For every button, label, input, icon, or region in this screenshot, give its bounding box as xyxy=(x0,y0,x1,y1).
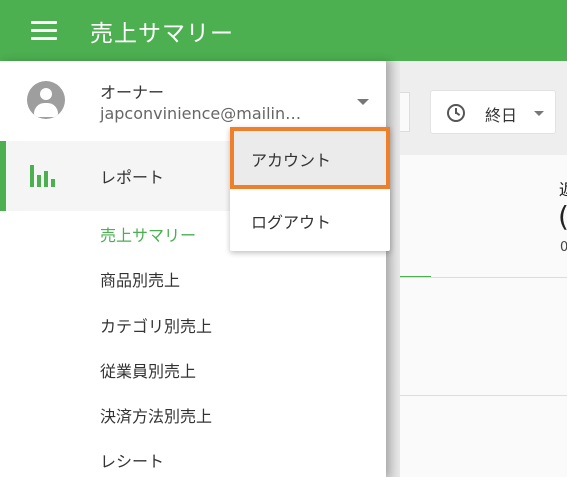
sidebar-subitem-sales-by-item[interactable]: 商品別売上 xyxy=(100,267,180,291)
menu-item-label: ログアウト xyxy=(251,213,332,232)
sidebar-subitem-sales-summary[interactable]: 売上サマリー xyxy=(100,222,196,246)
sidebar-subitem-receipts[interactable]: レシート xyxy=(100,448,164,472)
avatar-icon xyxy=(27,81,65,119)
card-value-partial: ( xyxy=(558,200,567,233)
card-label-partial: 返 xyxy=(559,176,567,200)
hamburger-menu-icon[interactable] xyxy=(31,21,57,41)
chevron-down-icon xyxy=(534,111,544,116)
date-range-dropdown[interactable]: 終日 xyxy=(430,90,556,134)
bar-chart-icon xyxy=(30,165,56,187)
divider xyxy=(400,277,567,278)
sidebar-subitem-sales-by-category[interactable]: カテゴリ別売上 xyxy=(100,313,212,337)
menu-item-label: アカウント xyxy=(251,151,332,170)
date-range-label: 終日 xyxy=(485,106,518,125)
card-subvalue-partial: 0 xyxy=(560,240,567,255)
user-email: japconvinience@mailin… xyxy=(100,104,302,123)
divider xyxy=(400,395,567,396)
app-bar: 売上サマリー xyxy=(0,0,567,61)
page-title: 売上サマリー xyxy=(90,21,234,47)
sidebar-item-label: レポート xyxy=(100,168,165,187)
account-popup-menu: アカウント ログアウト xyxy=(230,127,390,251)
account-menu-chevron-icon[interactable] xyxy=(357,99,369,105)
summary-card xyxy=(400,155,567,477)
menu-item-logout[interactable]: ログアウト xyxy=(230,189,390,251)
user-role: オーナー xyxy=(100,83,165,102)
menu-item-account[interactable]: アカウント xyxy=(230,127,390,189)
navigation-drawer: オーナー japconvinience@mailin… レポート 売上サマリー … xyxy=(0,61,386,477)
sidebar-subitem-sales-by-payment[interactable]: 決済方法別売上 xyxy=(100,403,212,427)
active-indicator xyxy=(0,141,6,211)
clock-icon xyxy=(447,104,465,122)
sidebar-subitem-sales-by-employee[interactable]: 従業員別売上 xyxy=(100,358,196,382)
drawer-shadow xyxy=(386,61,400,477)
